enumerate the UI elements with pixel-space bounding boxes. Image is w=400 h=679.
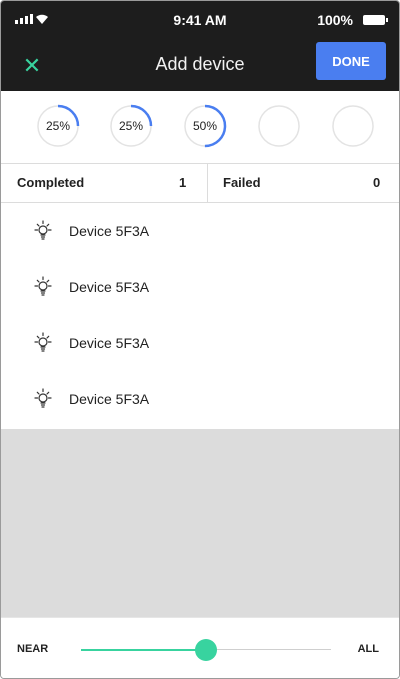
device-name: Device 5F3A	[69, 223, 150, 239]
empty-area	[1, 429, 399, 617]
list-item[interactable]: Device 5F3A	[1, 203, 399, 259]
progress-ring	[331, 104, 375, 148]
device-name: Device 5F3A	[69, 335, 150, 351]
all-label: ALL	[357, 643, 379, 655]
lightbulb-icon	[31, 219, 55, 243]
progress-percent: 25%	[45, 119, 71, 133]
battery-icon	[363, 15, 388, 25]
completed-label: Completed	[17, 175, 85, 190]
progress-row: 25% 25% 50%	[1, 91, 399, 163]
device-name: Device 5F3A	[69, 391, 150, 407]
progress-percent: 25%	[118, 119, 144, 133]
failed-count: 0	[373, 175, 381, 190]
lightbulb-icon	[31, 275, 55, 299]
failed-label: Failed	[223, 175, 261, 190]
progress-ring	[257, 104, 301, 148]
range-slider[interactable]	[81, 638, 331, 662]
lightbulb-icon	[31, 331, 55, 355]
progress-percent: 50%	[192, 119, 218, 133]
list-item[interactable]: Device 5F3A	[1, 259, 399, 315]
battery-percent: 100%	[317, 12, 353, 28]
range-footer: NEAR ALL	[1, 617, 399, 678]
device-list: Device 5F3A Device 5F3A Device 5F3A Device …	[1, 203, 399, 428]
slider-thumb[interactable]	[195, 639, 217, 661]
progress-ring: 50%	[183, 104, 227, 148]
progress-ring: 25%	[109, 104, 153, 148]
done-button[interactable]: DONE	[316, 42, 386, 80]
lightbulb-icon	[31, 387, 55, 411]
nav-bar: ✕ Add device DONE	[1, 41, 399, 91]
near-label: NEAR	[17, 643, 49, 655]
list-item[interactable]: Device 5F3A	[1, 315, 399, 371]
summary-row: Completed 1 Failed 0	[1, 164, 399, 202]
progress-ring: 25%	[36, 104, 80, 148]
phone-screen: 9:41 AM 100% ✕ Add device DONE 25% 25% 50%…	[0, 0, 400, 679]
device-name: Device 5F3A	[69, 279, 150, 295]
list-item[interactable]: Device 5F3A	[1, 371, 399, 427]
summary-divider	[207, 164, 208, 202]
completed-count: 1	[179, 175, 187, 190]
status-bar: 9:41 AM 100%	[1, 1, 399, 41]
slider-fill	[81, 649, 206, 651]
